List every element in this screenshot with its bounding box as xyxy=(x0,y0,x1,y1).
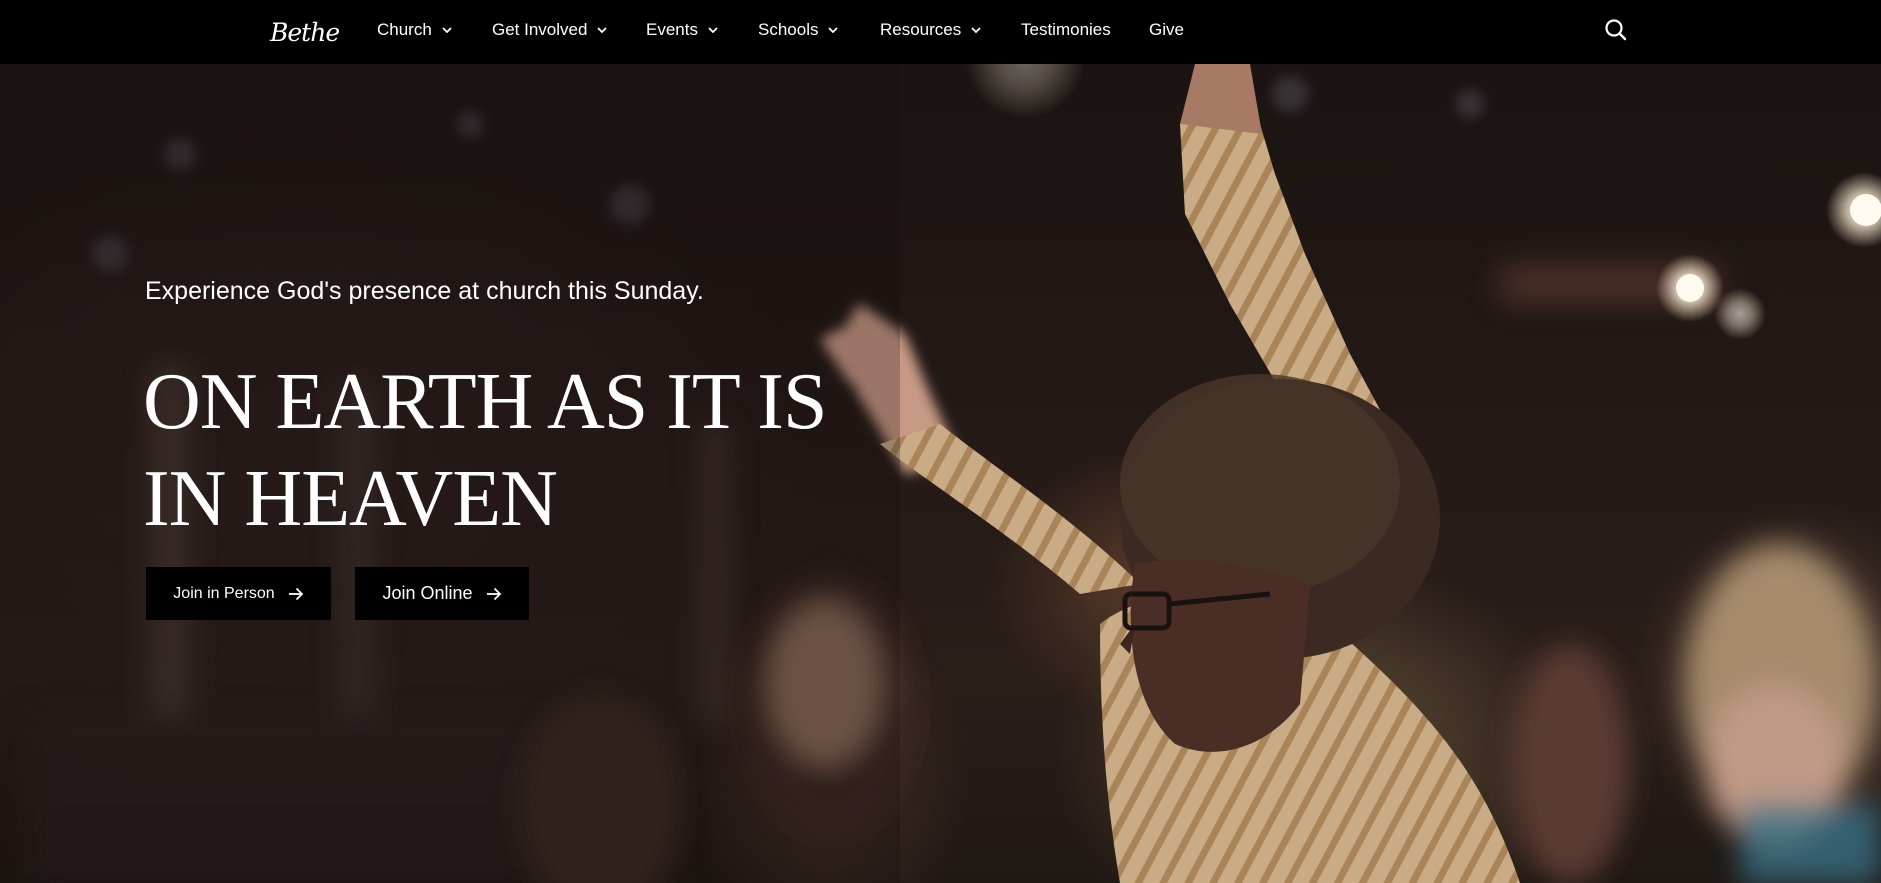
nav-item-give[interactable]: Give xyxy=(1149,0,1184,60)
arrow-right-icon xyxy=(288,587,303,600)
nav-item-label: Events xyxy=(646,20,698,39)
nav-item-resources[interactable]: Resources xyxy=(880,0,982,60)
nav-item-church[interactable]: Church xyxy=(377,0,453,60)
nav-item-testimonies[interactable]: Testimonies xyxy=(1021,0,1111,60)
chevron-down-icon xyxy=(442,27,452,34)
join-in-person-button[interactable]: Join in Person xyxy=(146,567,331,620)
chevron-down-icon xyxy=(828,27,839,34)
nav-item-label: Get Involved xyxy=(492,20,588,39)
hero-section: Experience God's presence at church this… xyxy=(0,64,1881,883)
logo-text: Bethel xyxy=(269,18,340,47)
chevron-down-icon xyxy=(708,27,718,34)
hero-tagline: Experience God's presence at church this… xyxy=(145,277,704,305)
nav-item-schools[interactable]: Schools xyxy=(758,0,839,60)
join-in-person-label: Join in Person xyxy=(173,584,275,602)
nav-item-events[interactable]: Events xyxy=(646,0,719,60)
hero-title-line-2: IN HEAVEN xyxy=(143,455,558,543)
chevron-down-icon xyxy=(597,27,608,34)
hero-title: ON EARTH AS IT IS IN HEAVEN xyxy=(143,354,843,548)
bethel-logo[interactable]: Bethel xyxy=(268,10,340,52)
nav-item-label: Resources xyxy=(880,20,962,39)
hero-title-line-1: ON EARTH AS IT IS xyxy=(143,358,827,446)
top-navigation: Bethel Church Get Involved Events School… xyxy=(0,0,1881,64)
search-icon[interactable] xyxy=(1604,17,1628,43)
chevron-down-icon xyxy=(971,27,981,34)
arrow-right-icon xyxy=(486,587,501,600)
nav-item-label: Church xyxy=(377,20,432,39)
join-online-button[interactable]: Join Online xyxy=(355,567,529,620)
nav-item-label: Schools xyxy=(758,20,819,39)
nav-item-label: Testimonies xyxy=(1021,20,1111,39)
join-online-label: Join Online xyxy=(382,583,473,603)
nav-item-label: Give xyxy=(1149,20,1184,39)
nav-item-get-involved[interactable]: Get Involved xyxy=(492,0,608,60)
